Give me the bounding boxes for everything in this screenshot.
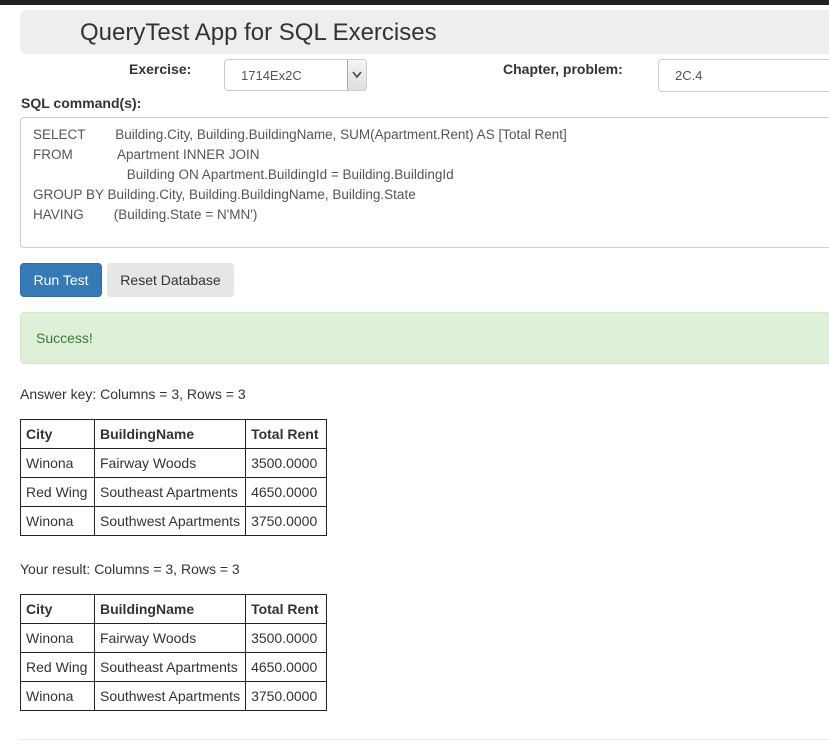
top-border-bar — [0, 0, 829, 5]
table-cell: 4650.0000 — [245, 652, 328, 682]
your-result-summary: Your result: Columns = 3, Rows = 3 — [20, 561, 240, 577]
exercise-select-value: 1714Ex2C — [241, 68, 302, 83]
answer-key-summary: Answer key: Columns = 3, Rows = 3 — [20, 386, 246, 402]
table-cell: 3750.0000 — [245, 506, 328, 536]
exercise-select[interactable]: 1714Ex2C — [224, 59, 367, 91]
column-header: BuildingName — [93, 419, 247, 449]
table-cell: Winona — [20, 448, 95, 478]
table-cell: Southwest Apartments — [93, 506, 247, 536]
table-cell: Fairway Woods — [93, 623, 247, 653]
table-cell: Winona — [20, 506, 95, 536]
run-test-button[interactable]: Run Test — [20, 263, 102, 297]
chapter-problem-value: 2C.4 — [675, 68, 703, 83]
exercise-label: Exercise: — [129, 61, 192, 77]
table-row: Winona Fairway Woods 3500.0000 — [20, 448, 328, 478]
success-message: Success! — [36, 330, 93, 346]
sql-line: Building ON Apartment.BuildingId = Build… — [33, 167, 454, 182]
success-alert: Success! — [20, 312, 829, 364]
footer-divider — [20, 739, 829, 740]
table-header-row: City BuildingName Total Rent — [20, 594, 328, 624]
reset-database-button[interactable]: Reset Database — [107, 263, 234, 297]
table-cell: Southeast Apartments — [93, 652, 247, 682]
table-cell: 3500.0000 — [245, 448, 328, 478]
table-cell: Fairway Woods — [93, 448, 247, 478]
table-cell: Southwest Apartments — [93, 681, 247, 711]
column-header: Total Rent — [245, 594, 328, 624]
sql-line: SELECT Building.City, Building.BuildingN… — [33, 127, 567, 142]
sql-line: HAVING (Building.State = N'MN') — [33, 207, 258, 222]
answer-key-table: City BuildingName Total Rent Winona Fair… — [20, 419, 328, 536]
sql-line: GROUP BY Building.City, Building.Buildin… — [33, 187, 416, 202]
table-cell: 4650.0000 — [245, 477, 328, 507]
sql-commands-label: SQL command(s): — [21, 95, 142, 111]
sql-line: FROM Apartment INNER JOIN — [33, 147, 260, 162]
table-row: Red Wing Southeast Apartments 4650.0000 — [20, 652, 328, 682]
table-cell: Winona — [20, 623, 95, 653]
column-header: City — [20, 419, 95, 449]
table-row: Winona Fairway Woods 3500.0000 — [20, 623, 328, 653]
sql-command-textarea[interactable]: SELECT Building.City, Building.BuildingN… — [20, 117, 829, 248]
table-cell: Winona — [20, 681, 95, 711]
table-row: Winona Southwest Apartments 3750.0000 — [20, 506, 328, 536]
table-row: Red Wing Southeast Apartments 4650.0000 — [20, 477, 328, 507]
chevron-down-icon[interactable] — [347, 60, 366, 90]
table-cell: 3500.0000 — [245, 623, 328, 653]
table-header-row: City BuildingName Total Rent — [20, 419, 328, 449]
table-cell: Red Wing — [20, 652, 95, 682]
chapter-problem-input[interactable]: 2C.4 — [658, 59, 829, 92]
app-title: QueryTest App for SQL Exercises — [80, 19, 437, 46]
column-header: City — [20, 594, 95, 624]
header-banner: QueryTest App for SQL Exercises — [20, 10, 829, 54]
table-cell: Red Wing — [20, 477, 95, 507]
column-header: Total Rent — [245, 419, 328, 449]
table-cell: Southeast Apartments — [93, 477, 247, 507]
your-result-table: City BuildingName Total Rent Winona Fair… — [20, 594, 328, 711]
column-header: BuildingName — [93, 594, 247, 624]
table-cell: 3750.0000 — [245, 681, 328, 711]
table-row: Winona Southwest Apartments 3750.0000 — [20, 681, 328, 711]
chapter-label: Chapter, problem: — [503, 61, 623, 77]
